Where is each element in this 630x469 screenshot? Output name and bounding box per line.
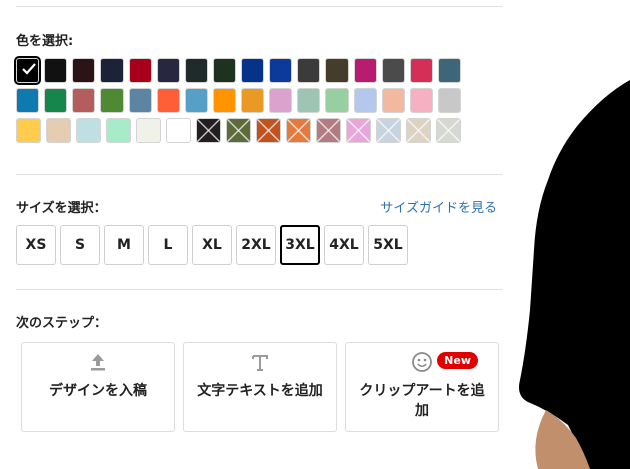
size-button[interactable]: XL [192,225,232,265]
color-swatch[interactable] [166,118,191,143]
heather-pattern-icon [347,119,370,142]
color-swatch[interactable] [226,118,251,143]
swatch-row [16,88,466,113]
color-swatch[interactable] [353,58,377,83]
color-swatch[interactable] [406,118,431,143]
size-button[interactable]: 3XL [280,225,320,265]
color-swatch[interactable] [212,88,236,113]
color-swatch[interactable] [316,118,341,143]
heather-pattern-icon [407,119,430,142]
heather-pattern-icon [257,119,280,142]
color-swatch[interactable] [437,88,461,113]
color-section-label: 色を選択: [16,34,74,49]
color-swatch[interactable] [46,118,71,143]
color-size-divider [16,174,503,175]
color-swatch[interactable] [325,88,349,113]
heather-pattern-icon [377,119,400,142]
color-swatch[interactable] [16,58,40,83]
color-swatch[interactable] [256,118,281,143]
color-swatch[interactable] [106,118,131,143]
color-swatch[interactable] [269,58,293,83]
heather-pattern-icon [287,119,310,142]
check-icon [22,63,36,75]
size-button[interactable]: S [60,225,100,265]
color-swatch[interactable] [100,88,124,113]
color-swatch[interactable] [184,58,208,83]
color-swatch[interactable] [44,58,68,83]
size-button[interactable]: 4XL [324,225,364,265]
color-swatch[interactable] [346,118,371,143]
size-steps-divider [16,289,503,290]
next-steps-label: 次のステップ： [16,316,108,331]
color-swatch[interactable] [325,58,349,83]
color-swatch[interactable] [44,88,68,113]
upload-icon [91,354,105,371]
heather-pattern-icon [317,119,340,142]
color-swatch[interactable] [269,88,293,113]
size-button[interactable]: 5XL [368,225,408,265]
color-swatch[interactable] [128,88,152,113]
color-swatch[interactable] [196,118,221,143]
color-swatch[interactable] [381,88,405,113]
color-swatch[interactable] [156,58,180,83]
color-swatch[interactable] [376,118,401,143]
color-swatch[interactable] [136,118,161,143]
color-swatch[interactable] [241,58,265,83]
add-text-card[interactable]: 文字テキストを追加 [183,342,337,432]
color-swatch[interactable] [72,88,96,113]
add-clipart-label: クリップアートを追加 [359,383,485,419]
color-swatch[interactable] [128,58,152,83]
size-section-label: サイズを選択： [16,201,107,216]
color-swatch[interactable] [409,58,433,83]
add-text-label: 文字テキストを追加 [197,383,323,399]
color-swatch[interactable] [16,88,40,113]
size-button[interactable]: XS [16,225,56,265]
color-swatch[interactable] [184,88,208,113]
size-button[interactable]: 2XL [236,225,276,265]
color-swatch[interactable] [76,118,101,143]
heather-pattern-icon [437,119,460,142]
color-swatch[interactable] [297,58,321,83]
color-swatch[interactable] [409,88,433,113]
color-swatch[interactable] [100,58,124,83]
product-shirt-image [519,80,630,469]
size-button[interactable]: M [104,225,144,265]
color-swatch[interactable] [241,88,265,113]
swatch-row [16,118,466,143]
color-swatch[interactable] [297,88,321,113]
new-badge: New [437,352,478,369]
upload-design-label: デザインを入稿 [49,383,147,399]
heather-pattern-icon [227,119,250,142]
size-guide-link[interactable]: サイズガイドを見る [380,197,497,216]
heather-pattern-icon [197,119,220,142]
color-swatch[interactable] [353,88,377,113]
color-swatch[interactable] [436,118,461,143]
swatch-row [16,58,466,83]
color-swatch[interactable] [16,118,41,143]
text-icon [252,355,268,371]
size-button-row: XS S M L XL 2XL 3XL 4XL 5XL [16,225,412,265]
add-clipart-card[interactable]: New クリップアートを追加 [345,342,499,432]
upload-design-card[interactable]: デザインを入稿 [21,342,175,432]
color-swatch-grid [16,58,466,148]
size-button[interactable]: L [148,225,188,265]
smiley-icon [412,352,432,372]
next-steps-row: デザインを入稿 文字テキストを追加 New クリップアートを追加 [21,342,507,432]
color-swatch[interactable] [437,58,461,83]
color-swatch[interactable] [286,118,311,143]
color-swatch[interactable] [381,58,405,83]
top-divider [16,6,503,7]
color-swatch[interactable] [72,58,96,83]
color-swatch[interactable] [156,88,180,113]
color-swatch[interactable] [212,58,236,83]
